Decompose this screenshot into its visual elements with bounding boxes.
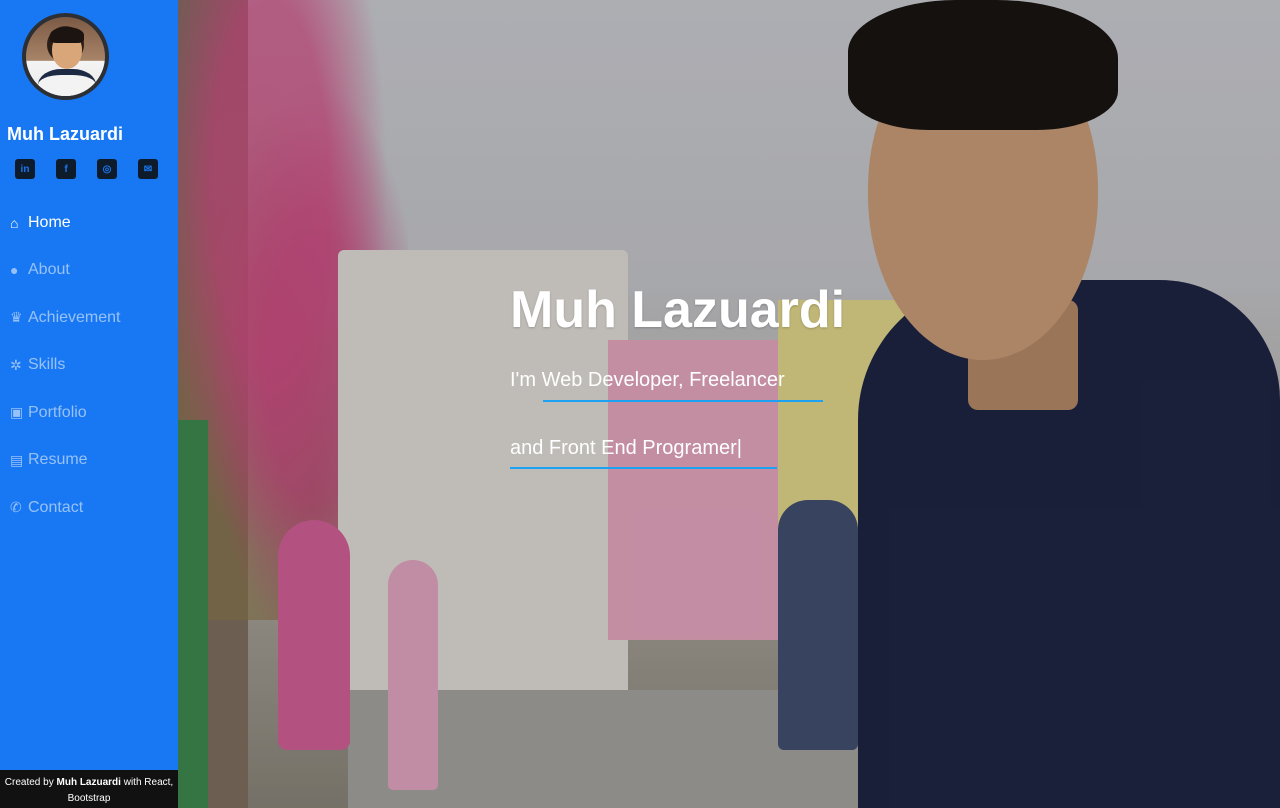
- nav-item-label: Skills: [28, 356, 66, 374]
- avatar: [22, 13, 109, 100]
- footer-author: Muh Lazuardi: [56, 777, 121, 788]
- sidebar-name: Muh Lazuardi: [7, 124, 123, 144]
- linkedin-icon[interactable]: in: [15, 159, 35, 179]
- footer-prefix: Created by: [4, 777, 57, 788]
- nav-item-label: Home: [28, 213, 71, 231]
- nav-item-portfolio[interactable]: ▣ Portfolio: [10, 389, 121, 437]
- nav-item-label: Contact: [28, 498, 84, 516]
- nav-item-skills[interactable]: ✲ Skills: [10, 342, 121, 390]
- phone-icon: ✆: [10, 499, 22, 516]
- image-icon: ▣: [10, 404, 24, 421]
- footer-credit: Created by Muh Lazuardi with React, Boot…: [0, 770, 178, 808]
- user-icon: ●: [10, 262, 19, 279]
- nav-item-achievement[interactable]: ♛ Achievement: [10, 294, 121, 342]
- trophy-icon: ♛: [10, 309, 23, 326]
- nav-item-resume[interactable]: ▤ Resume: [10, 437, 121, 485]
- nav-item-label: Achievement: [28, 308, 121, 326]
- sidebar-nav: ⌂ Home ● About ♛ Achievement ✲ Skills ▣ …: [10, 199, 121, 532]
- file-icon: ▤: [10, 451, 24, 468]
- nav-item-about[interactable]: ● About: [10, 247, 121, 295]
- hero-tagline-1-underline: [543, 400, 823, 402]
- hero-title: Muh Lazuardi: [510, 281, 846, 339]
- nav-item-contact[interactable]: ✆ Contact: [10, 484, 121, 532]
- skills-icon: ✲: [10, 356, 22, 373]
- sidebar: Muh Lazuardi in f ◎ ✉ ⌂ Home ● About ♛ A…: [0, 0, 178, 808]
- mail-icon[interactable]: ✉: [138, 159, 158, 179]
- home-icon: ⌂: [10, 214, 19, 231]
- hero-overlay: [178, 0, 1280, 808]
- hero-tagline-1: I'm Web Developer, Freelancer: [510, 369, 785, 391]
- hero-tagline-2-underline: [510, 467, 777, 469]
- social-links: in f ◎ ✉: [15, 159, 158, 179]
- hero-section: Muh Lazuardi I'm Web Developer, Freelanc…: [178, 0, 1280, 808]
- nav-item-home[interactable]: ⌂ Home: [10, 199, 121, 247]
- footer-suffix: with React,: [120, 777, 174, 788]
- footer-line2: Bootstrap: [67, 793, 111, 804]
- hero-tagline-2: and Front End Programer|: [510, 437, 742, 459]
- nav-item-label: Resume: [28, 451, 88, 469]
- facebook-icon[interactable]: f: [56, 159, 76, 179]
- nav-item-label: Portfolio: [28, 403, 87, 421]
- instagram-icon[interactable]: ◎: [97, 159, 117, 179]
- nav-item-label: About: [28, 261, 70, 279]
